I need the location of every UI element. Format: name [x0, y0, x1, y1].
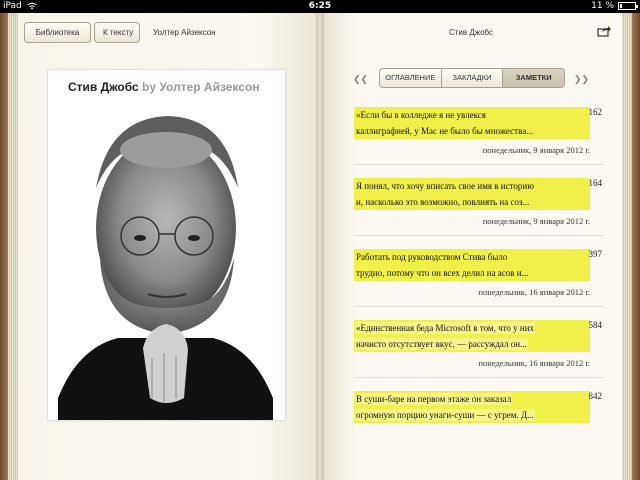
note-date: понедельник, 9 января 2012 г. — [482, 216, 590, 226]
note-page-number: 842 — [588, 391, 603, 401]
tab-notes[interactable]: ЗАМЕТКИ — [503, 69, 564, 87]
binding-left — [0, 13, 8, 480]
battery-percent: 11 % — [591, 1, 614, 11]
cover-title-author: by Уолтер Айзексон — [142, 80, 260, 94]
header-title: Стив Джобс — [448, 28, 494, 37]
binding-right — [632, 13, 640, 480]
note-page-number: 162 — [588, 107, 603, 117]
divider — [354, 377, 604, 378]
book: Библиотека К тексту Уолтер Айзексон Стив… — [0, 13, 640, 480]
status-right: 11 % — [591, 1, 638, 11]
note-page-number: 164 — [588, 178, 603, 188]
note-quote: Я понял, что хочу вписать свое имя в ист… — [354, 178, 590, 210]
note-quote: «Если бы в колледже я не увлекся каллигр… — [354, 107, 590, 139]
note-line: трудно, потому что он всех делил на асов… — [355, 267, 530, 279]
battery-icon — [618, 2, 638, 10]
divider — [354, 306, 604, 307]
note-line: «Если бы в колледже я не увлекся — [355, 109, 487, 121]
tab-bookmarks[interactable]: ЗАКЛАДКИ — [442, 69, 504, 87]
share-icon[interactable] — [597, 25, 611, 37]
library-button[interactable]: Библиотека — [24, 22, 91, 43]
ornament-right-icon: ❯❯ — [574, 74, 590, 84]
clock: 6:25 — [308, 1, 332, 11]
note-line: и, насколько это возможно, повлиять на с… — [355, 196, 531, 208]
status-bar: iPad 6:25 11 % — [0, 0, 640, 13]
page-edges-left — [8, 13, 18, 480]
note-line: каллиграфией, у Мас не было бы множества… — [355, 125, 534, 137]
note-date: понедельник, 16 января 2012 г. — [478, 287, 590, 297]
note-line: огромную порцию унаги-суши — с угрем. Д.… — [355, 409, 535, 421]
note-date: понедельник, 9 января 2012 г. — [482, 145, 590, 155]
note-line: В суши-баре на первом этаже он заказал — [355, 393, 513, 405]
ornament-left-icon: ❮❮ — [353, 74, 369, 84]
right-page: Стив Джобс ❮❮ ОГЛАВЛЕНИЕ ЗАКЛАДКИ ЗАМЕТК… — [320, 13, 622, 480]
note-page-number: 397 — [588, 249, 603, 259]
note-item[interactable]: «Единственная беда Microsoft в том, что … — [354, 320, 602, 368]
note-date: понедельник, 16 января 2012 г. — [478, 358, 590, 368]
note-item[interactable]: Я понял, что хочу вписать свое имя в ист… — [354, 178, 602, 226]
note-quote: «Единственная беда Microsoft в том, что … — [354, 320, 590, 352]
battery-fill — [620, 4, 622, 8]
note-line: Работать под руководством Стива было — [355, 251, 509, 263]
note-page-number: 584 — [588, 320, 603, 330]
note-quote: В суши-баре на первом этаже он заказал о… — [354, 391, 590, 423]
page-edges-right — [622, 13, 632, 480]
tabs-segmented-control: ОГЛАВЛЕНИЕ ЗАКЛАДКИ ЗАМЕТКИ — [379, 68, 565, 88]
book-cover: Стив Джобс by Уолтер Айзексон — [48, 70, 285, 420]
header-author: Уолтер Айзексон — [153, 28, 216, 37]
note-item[interactable]: Работать под руководством Стива было тру… — [354, 249, 602, 297]
note-line: «Единственная беда Microsoft в том, что … — [355, 322, 536, 334]
left-page: Библиотека К тексту Уолтер Айзексон Стив… — [18, 13, 320, 480]
note-item[interactable]: В суши-баре на первом этаже он заказал о… — [354, 391, 602, 423]
divider — [354, 164, 604, 165]
note-line: Я понял, что хочу вписать свое имя в ист… — [355, 180, 535, 192]
note-quote: Работать под руководством Стива было тру… — [354, 249, 590, 281]
divider — [354, 235, 604, 236]
author-portrait — [48, 98, 285, 420]
book-spine — [316, 13, 324, 480]
cover-title-main: Стив Джобс — [68, 80, 139, 94]
tab-contents[interactable]: ОГЛАВЛЕНИЕ — [380, 69, 442, 87]
cover-title: Стив Джобс by Уолтер Айзексон — [68, 80, 260, 94]
note-item[interactable]: «Если бы в колледже я не увлекся каллигр… — [354, 107, 602, 155]
note-line: начисто отсутствует вкус, — рассуждал он… — [355, 338, 528, 350]
back-to-text-button[interactable]: К тексту — [94, 22, 140, 43]
